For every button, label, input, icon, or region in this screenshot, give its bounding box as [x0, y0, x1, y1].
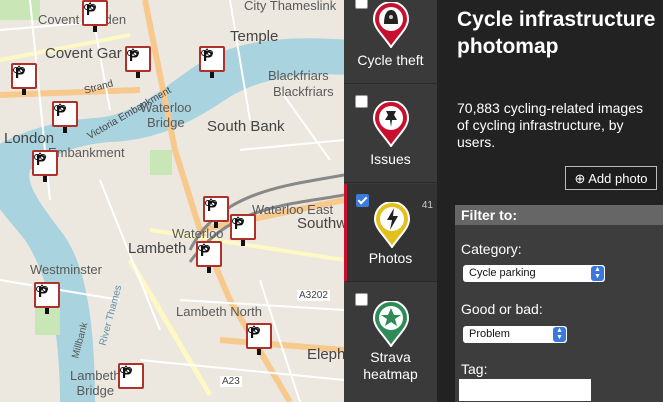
- add-photo-label: Add photo: [588, 171, 648, 186]
- map-label: Lambeth North: [176, 304, 262, 319]
- layer-checkbox[interactable]: [355, 95, 368, 108]
- map-view[interactable]: City Thameslink Covent Garden Temple Cov…: [0, 0, 344, 402]
- map-marker[interactable]: P: [82, 0, 108, 32]
- map-label: A23: [220, 376, 242, 387]
- map-label: Covent Gar: [45, 45, 122, 62]
- bicycle-icon: [36, 284, 48, 292]
- map-label: London: [4, 130, 55, 147]
- map-marker[interactable]: P: [32, 150, 58, 182]
- category-select[interactable]: Cycle parking ▲ ▼: [463, 265, 605, 282]
- map-marker[interactable]: P: [246, 323, 272, 355]
- info-panel: Cycle infrastructure photomap 70,883 cyc…: [437, 0, 663, 402]
- map-label: Embankment: [48, 145, 125, 160]
- map-marker[interactable]: P: [199, 46, 225, 78]
- layer-checkbox[interactable]: [356, 194, 369, 207]
- good-bad-label: Good or bad:: [461, 301, 543, 317]
- bicycle-icon: [201, 48, 213, 56]
- map-label: Elephant: [307, 346, 344, 363]
- map-label: Westminster: [30, 262, 102, 277]
- map-label: Blackfriars: [268, 68, 329, 83]
- bicycle-icon: [248, 325, 260, 333]
- bicycle-icon: [54, 103, 66, 111]
- layer-switcher: Cycle theft Issues 41 Photos Strava heat…: [344, 0, 437, 402]
- layer-label: Strava heatmap: [363, 349, 418, 382]
- map-label: South Bank: [207, 118, 285, 135]
- bicycle-icon: [127, 48, 139, 56]
- layer-checkbox[interactable]: [355, 0, 368, 9]
- layer-item-cycle-theft[interactable]: Cycle theft: [344, 0, 437, 84]
- strava-star-icon: [372, 301, 410, 347]
- map-marker[interactable]: P: [125, 46, 151, 78]
- map-marker[interactable]: P: [230, 214, 256, 246]
- police-helmet-icon: [372, 2, 410, 48]
- select-arrows-icon: ▲ ▼: [553, 327, 566, 342]
- filter-heading: Filter to:: [455, 205, 663, 225]
- bicycle-icon: [13, 65, 25, 73]
- bicycle-icon: [205, 198, 217, 206]
- bicycle-icon: [198, 243, 210, 251]
- layer-item-strava-heatmap[interactable]: Strava heatmap: [344, 283, 437, 402]
- layer-label: Photos: [368, 250, 413, 266]
- map-marker[interactable]: P: [34, 282, 60, 314]
- bicycle-icon: [120, 365, 132, 373]
- map-label: City Thameslink: [244, 0, 337, 13]
- category-label: Category:: [461, 241, 522, 257]
- map-marker[interactable]: P: [196, 241, 222, 273]
- camera-flash-icon: [373, 202, 411, 248]
- map-label: Lambeth Bridge: [70, 368, 121, 398]
- map-marker[interactable]: P: [11, 63, 37, 95]
- filter-box: Filter to: Category: Cycle parking ▲ ▼ Go…: [455, 205, 663, 402]
- photo-count-badge: 41: [421, 200, 433, 211]
- map-label: Temple: [230, 28, 279, 45]
- select-arrows-icon: ▲ ▼: [591, 266, 604, 281]
- tag-input[interactable]: [459, 379, 591, 401]
- bicycle-icon: [232, 216, 244, 224]
- good-bad-select[interactable]: Problem ▲ ▼: [463, 326, 567, 343]
- layer-item-issues[interactable]: Issues: [344, 85, 437, 183]
- category-value: Cycle parking: [469, 267, 536, 279]
- add-photo-button[interactable]: ⊕ Add photo: [565, 166, 657, 190]
- layer-label: Cycle theft: [357, 52, 424, 68]
- bicycle-icon: [84, 2, 96, 10]
- bicycle-icon: [34, 152, 46, 160]
- layer-item-photos[interactable]: 41 Photos: [344, 184, 437, 282]
- map-marker[interactable]: P: [118, 363, 144, 389]
- map-marker[interactable]: P: [203, 196, 229, 228]
- map-label: Lambeth: [128, 240, 187, 257]
- map-label: Waterloo: [172, 226, 224, 241]
- layer-label: Issues: [370, 151, 411, 167]
- map-label: Blackfriars: [273, 84, 334, 99]
- pushpin-icon: [372, 101, 410, 147]
- page-title: Cycle infrastructure photomap: [457, 8, 656, 58]
- layer-checkbox[interactable]: [355, 293, 368, 306]
- good-bad-value: Problem: [469, 328, 510, 340]
- map-label: Waterloo Bridge: [140, 100, 192, 130]
- plus-circle-icon: ⊕: [574, 171, 586, 186]
- panel-description: 70,883 cycling-related images of cycling…: [457, 100, 643, 150]
- map-label: A3202: [297, 290, 330, 301]
- map-label: Southwark: [297, 215, 344, 232]
- map-marker[interactable]: P: [52, 101, 78, 133]
- tag-label: Tag:: [461, 361, 488, 377]
